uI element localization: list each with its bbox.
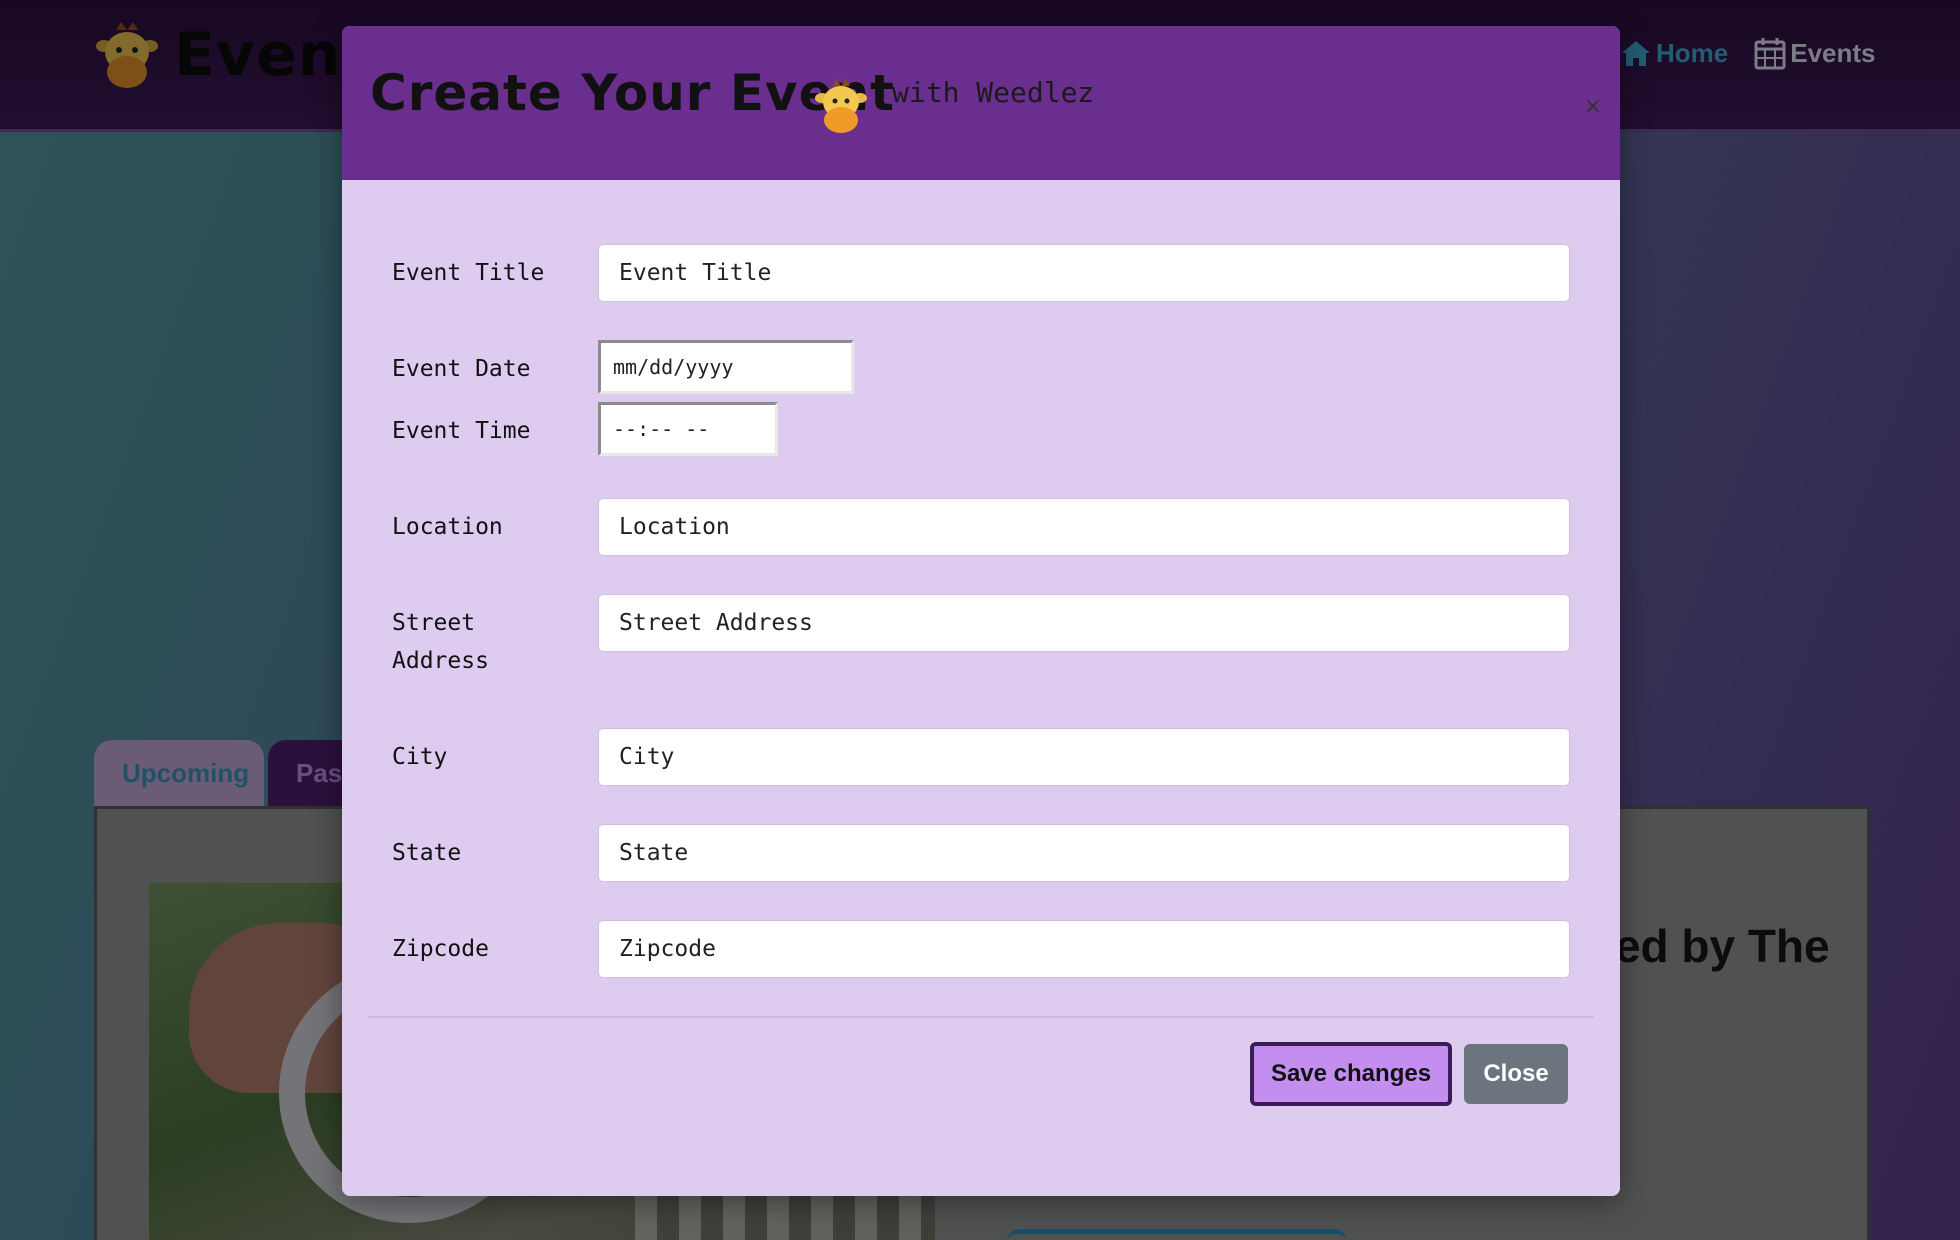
event-time-input[interactable] — [598, 402, 778, 456]
event-date-label: Event Date — [392, 356, 531, 382]
city-input[interactable] — [598, 728, 1570, 786]
weedlez-logo-icon — [815, 79, 867, 133]
state-label: State — [392, 840, 462, 866]
event-date-input[interactable] — [598, 340, 854, 394]
location-input[interactable] — [598, 498, 1570, 556]
modal-header: Create Your Event with Weedlez × — [342, 26, 1620, 180]
event-title-label: Event Title — [392, 260, 545, 286]
location-label: Location — [392, 514, 503, 540]
modal-subtitle: with Weedlez — [892, 76, 1095, 109]
modal-footer-divider — [368, 1016, 1594, 1018]
modal-close-icon[interactable]: × — [1578, 92, 1608, 122]
zipcode-input[interactable] — [598, 920, 1570, 978]
event-title-input[interactable] — [598, 244, 1570, 302]
close-button[interactable]: Close — [1464, 1044, 1568, 1104]
city-label: City — [392, 744, 448, 770]
street-address-label: Street Address — [392, 610, 489, 674]
zipcode-label: Zipcode — [392, 936, 489, 962]
event-time-label: Event Time — [392, 418, 531, 444]
create-event-modal: Create Your Event with Weedlez × Event T… — [342, 26, 1620, 1196]
state-input[interactable] — [598, 824, 1570, 882]
save-changes-button[interactable]: Save changes — [1250, 1042, 1452, 1106]
street-address-input[interactable] — [598, 594, 1570, 652]
